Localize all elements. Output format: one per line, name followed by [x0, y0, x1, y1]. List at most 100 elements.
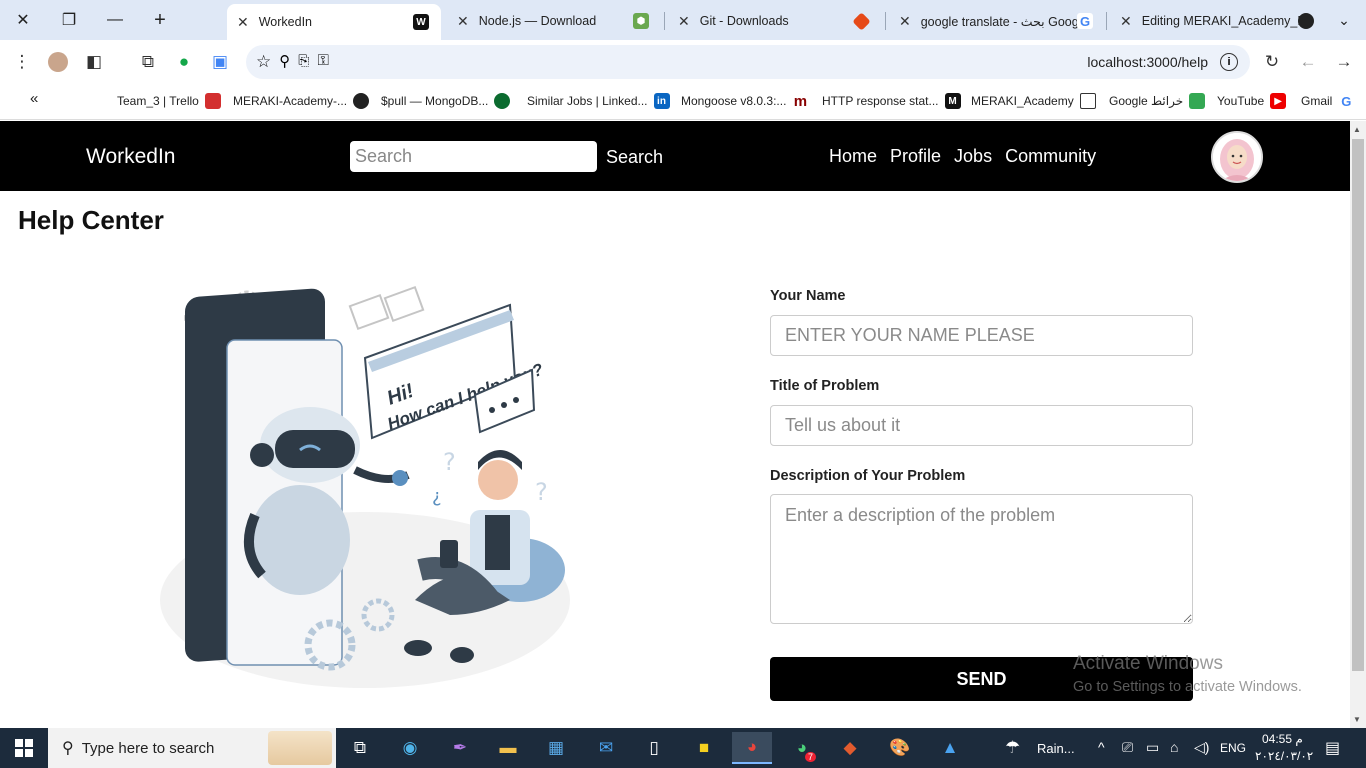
new-tab-button[interactable]: +	[138, 0, 182, 40]
tab-nodejs[interactable]: ✕ Node.js — Download ⬢	[447, 6, 661, 36]
bookmark-item[interactable]: Google خرائط	[1109, 93, 1206, 109]
grammarly-icon[interactable]: ●	[166, 44, 202, 80]
mongoose-icon: m	[793, 92, 808, 110]
close-tab-icon[interactable]: ✕	[237, 14, 249, 31]
scroll-down-arrow-icon[interactable]: ▼	[1353, 715, 1361, 724]
side-panel-icon[interactable]: ◧	[76, 44, 112, 80]
tab-github-editing[interactable]: ✕ Editing MERAKI_Academy_P	[1110, 6, 1324, 36]
file-explorer-icon[interactable]: ▬	[488, 732, 528, 764]
chrome-taskbar-icon[interactable]: ◕	[732, 732, 772, 764]
profile-avatar-icon[interactable]	[40, 44, 76, 80]
chrome-profile-taskbar-icon[interactable]: ◕ 7	[782, 732, 822, 764]
forward-arrow-icon[interactable]: →	[1326, 44, 1362, 80]
back-arrow-icon[interactable]: ←	[1290, 44, 1326, 80]
app-navbar: WorkedIn Search Home Profile Jobs Commun…	[0, 121, 1350, 191]
activate-windows-watermark: Activate Windows Go to Settings to activ…	[1073, 653, 1302, 695]
name-field[interactable]	[770, 315, 1193, 356]
windows-taskbar: ⚲ Type here to search ⧉ ◉ ✒ ▬ ▦ ✉ ▯ ■ ◕ …	[0, 728, 1366, 768]
nav-profile-link[interactable]: Profile	[890, 146, 941, 167]
bookmark-star-icon[interactable]: ☆	[256, 52, 271, 72]
help-illustration: Hi! How can I help you? ? ? ¿	[160, 285, 570, 688]
bookmarks-bar: « Team_3 | Trello MERAKI-Academy-... $pu…	[0, 84, 1366, 120]
windows-start-button[interactable]	[0, 728, 48, 768]
extensions-icon[interactable]: ⧉	[130, 44, 166, 80]
clock-time[interactable]: 04:55 م	[1262, 732, 1303, 746]
notepad-icon[interactable]: ▯	[634, 732, 674, 764]
google-maps-icon	[1189, 93, 1206, 109]
tab-label: Git - Downloads	[699, 14, 789, 28]
close-tab-icon[interactable]: ✕	[899, 13, 911, 30]
svg-text:?: ?	[535, 478, 548, 506]
tab-label: Node.js — Download	[478, 14, 597, 28]
language-indicator[interactable]: ENG	[1220, 741, 1246, 755]
bookmark-item[interactable]: $pull — MongoDB...	[381, 93, 511, 109]
mail-icon[interactable]: ✉	[586, 732, 626, 764]
task-view-icon[interactable]: ⧉	[340, 732, 380, 764]
svg-text:?: ?	[443, 448, 456, 476]
sticky-notes-icon[interactable]: ■	[684, 732, 724, 764]
problem-title-field[interactable]	[770, 405, 1193, 446]
zoom-icon[interactable]: ⚲	[279, 52, 290, 72]
weather-text[interactable]: Rain...	[1037, 741, 1075, 756]
bookmark-item[interactable]: MERAKI_Academy	[971, 93, 1096, 109]
page-scrollbar[interactable]: ▲ ▼	[1350, 121, 1366, 728]
tab-separator	[885, 12, 886, 30]
tab-google-translate[interactable]: ✕ google translate - بحث Goog G	[889, 6, 1103, 36]
photos-icon[interactable]: ▲	[930, 732, 970, 764]
bookmark-item[interactable]: YouTube ▶	[1217, 93, 1287, 109]
tab-label: WorkedIn	[258, 15, 312, 29]
reload-icon[interactable]: ↻	[1254, 44, 1290, 80]
google-favicon-icon: G	[1077, 13, 1093, 29]
tab-git[interactable]: ✕ Git - Downloads	[668, 6, 882, 36]
bookmark-item[interactable]: MERAKI-Academy-...	[233, 93, 370, 109]
clock-date[interactable]: ٢٠٢٤/٠٣/٠٢	[1255, 749, 1313, 763]
bookmark-item[interactable]: Similar Jobs | Linked... in	[527, 93, 670, 109]
scrollbar-thumb[interactable]	[1352, 139, 1364, 671]
microsoft-store-icon[interactable]: ▦	[536, 732, 576, 764]
mongodb-icon	[494, 93, 511, 109]
paint-icon[interactable]: 🎨	[880, 732, 920, 764]
user-avatar[interactable]	[1211, 131, 1263, 183]
address-bar[interactable]: ☆ ⚲ ⎘ ⚿ localhost:3000/help i	[246, 45, 1250, 79]
bookmark-item[interactable]: Team_3 | Trello	[117, 93, 221, 109]
watermark-subtitle: Go to Settings to activate Windows.	[1073, 679, 1302, 695]
scroll-up-arrow-icon[interactable]: ▲	[1353, 125, 1361, 134]
weather-umbrella-icon[interactable]: ☂	[1005, 738, 1020, 758]
tray-network-icon[interactable]: ⌂	[1170, 739, 1178, 755]
search-button[interactable]: Search	[606, 147, 663, 168]
bookmark-item[interactable]: HTTP response stat... M	[822, 93, 961, 109]
tray-chevron-icon[interactable]: ^	[1098, 739, 1105, 755]
nav-links: Home Profile Jobs Community	[829, 146, 1096, 167]
site-info-icon[interactable]: i	[1220, 53, 1238, 71]
nav-home-link[interactable]: Home	[829, 146, 877, 167]
close-tab-icon[interactable]: ✕	[678, 13, 690, 30]
translate-extension-icon[interactable]: ▣	[202, 44, 238, 80]
window-minimize-icon[interactable]: —	[92, 0, 138, 40]
nav-jobs-link[interactable]: Jobs	[954, 146, 992, 167]
window-close-icon[interactable]: ✕	[0, 0, 46, 40]
bookmarks-overflow-icon[interactable]: «	[30, 90, 38, 107]
tray-volume-icon[interactable]: ◁)	[1194, 739, 1209, 756]
git-app-icon[interactable]: ◆	[830, 732, 870, 764]
notifications-icon[interactable]: ▤	[1325, 738, 1340, 758]
edge-icon[interactable]: ◉	[390, 732, 430, 764]
tray-battery-icon[interactable]: ▭	[1146, 739, 1159, 756]
pen-app-icon[interactable]: ✒	[440, 732, 480, 764]
password-key-icon[interactable]: ⚿	[317, 52, 328, 72]
brand-logo[interactable]: WorkedIn	[86, 145, 176, 169]
description-field[interactable]	[770, 494, 1193, 624]
window-restore-icon[interactable]: ❐	[46, 0, 92, 40]
close-tab-icon[interactable]: ✕	[1120, 13, 1132, 30]
translate-page-icon[interactable]: ⎘	[298, 52, 309, 72]
bookmark-item[interactable]: Gmail G	[1301, 93, 1354, 109]
bookmark-item[interactable]: Mongoose v8.0.3:... m	[681, 92, 808, 110]
close-tab-icon[interactable]: ✕	[457, 13, 469, 30]
taskbar-search-box[interactable]: ⚲ Type here to search	[48, 728, 336, 768]
tray-device-icon[interactable]: ⎚	[1122, 739, 1133, 756]
nav-community-link[interactable]: Community	[1005, 146, 1096, 167]
tab-workedin[interactable]: ✕ WorkedIn W	[227, 4, 441, 40]
tab-search-chevron-icon[interactable]: ⌄	[1330, 6, 1358, 34]
chrome-menu-icon[interactable]: ⋮	[4, 44, 40, 80]
browser-toolbar: ⋮ ◧ ⧉ ● ▣ ☆ ⚲ ⎘ ⚿ localhost:3000/help i …	[0, 40, 1366, 84]
search-input[interactable]	[350, 141, 597, 172]
